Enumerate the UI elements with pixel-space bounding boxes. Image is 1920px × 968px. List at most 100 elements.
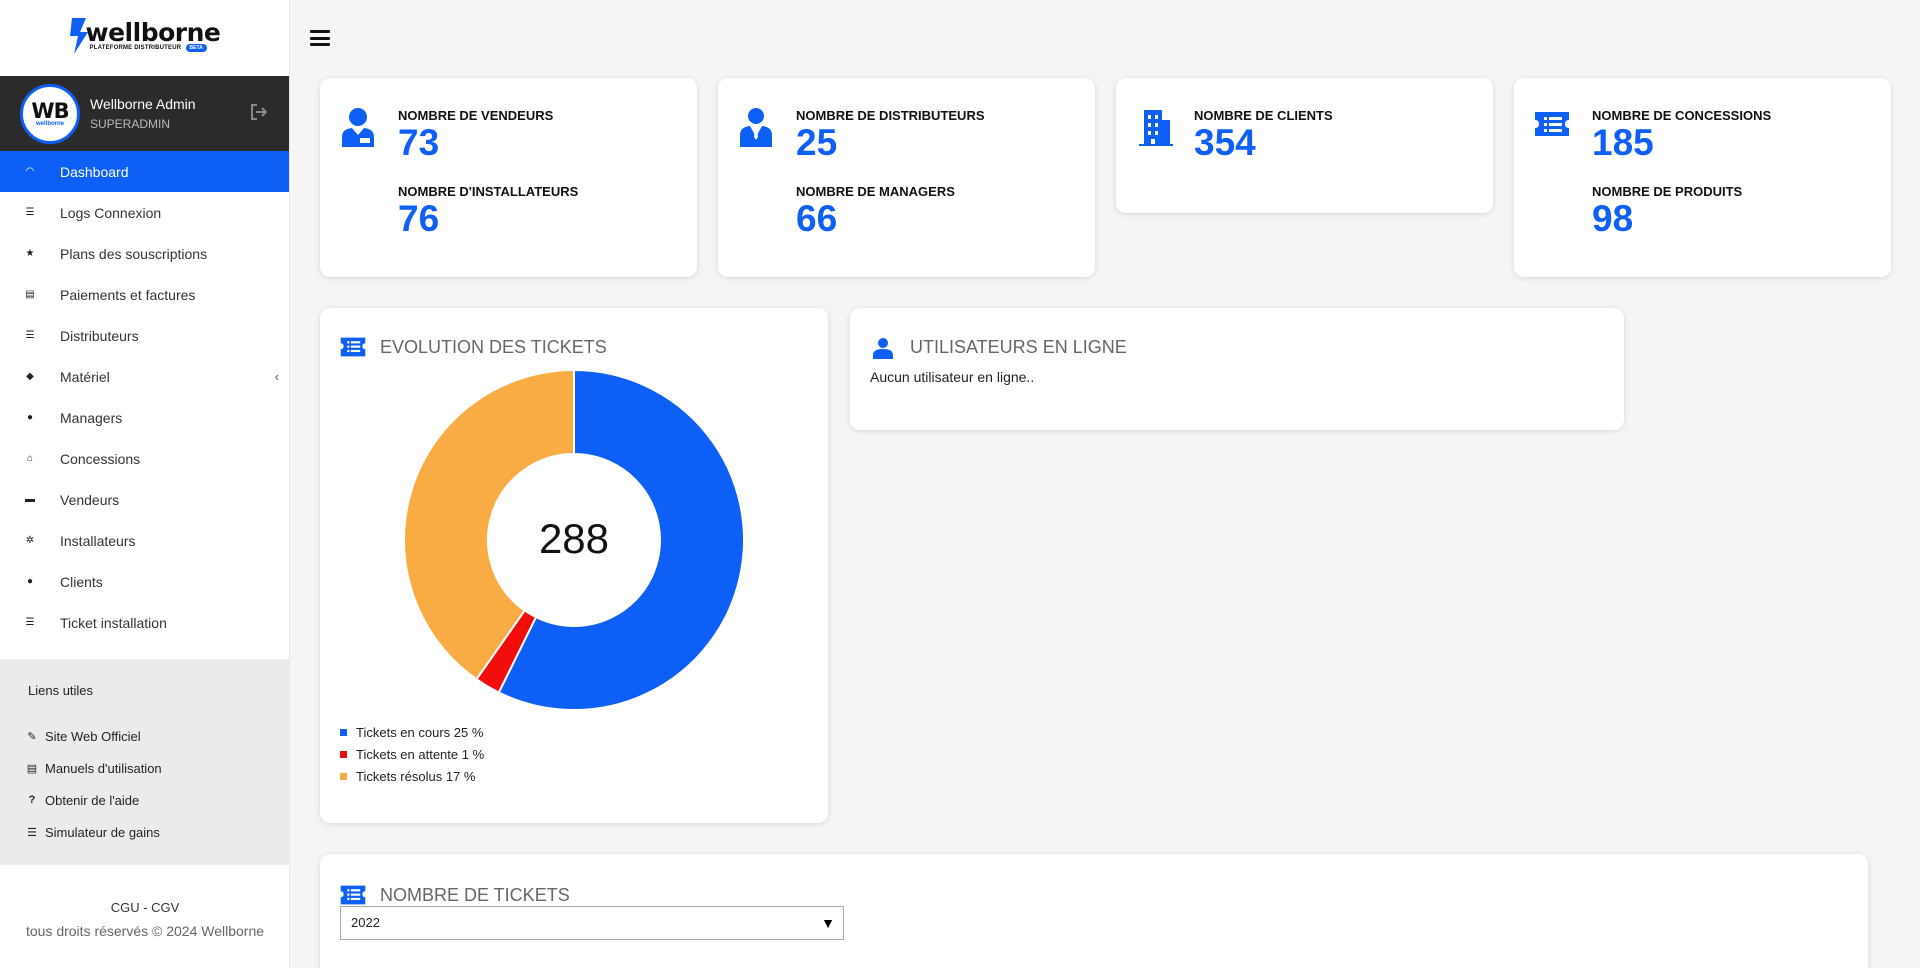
- stat-value: 98: [1592, 198, 1634, 239]
- sidebar-nav: ◠ Dashboard ☰ Logs Connexion ★ Plans des…: [0, 151, 289, 643]
- sidebar-item-distributeurs[interactable]: ☰ Distributeurs: [0, 315, 289, 356]
- sidebar-item-materiel[interactable]: ◆ Matériel ‹: [0, 356, 289, 397]
- chevron-left-icon: ‹: [274, 369, 279, 384]
- link-label: Simulateur de gains: [45, 824, 160, 840]
- caret-down-icon: ▼: [821, 915, 835, 931]
- stat-value: 25: [796, 122, 838, 163]
- stat-label: NOMBRE DE DISTRIBUTEURS: [796, 108, 985, 123]
- panel-title: EVOLUTION DES TICKETS: [380, 337, 607, 357]
- avatar-subtext: wellborne: [35, 120, 64, 127]
- sidebar-item-dashboard[interactable]: ◠ Dashboard: [0, 151, 289, 192]
- brand-subtitle: PLATEFORME DISTRIBUTEUR: [89, 45, 182, 51]
- manual-icon: ▤: [26, 762, 38, 775]
- sidebar-footer: CGU - CGV tous droits réservés © 2024 We…: [0, 900, 290, 939]
- brand-logo[interactable]: wellborne PLATEFORME DISTRIBUTEUR BETA: [0, 0, 289, 76]
- sidebar-item-label: Concessions: [60, 450, 141, 467]
- stat-value: 73: [398, 122, 440, 163]
- stat-label: NOMBRE DE VENDEURS: [398, 108, 554, 123]
- user-icon: [740, 108, 772, 147]
- avatar-initials: WB: [31, 98, 69, 123]
- ticket-icon: [340, 337, 366, 357]
- topbar: [290, 0, 1920, 76]
- link-site-web[interactable]: ✎ Site Web Officiel: [25, 720, 290, 752]
- sidebar-item-plans[interactable]: ★ Plans des souscriptions: [0, 233, 289, 274]
- sidebar-item-label: Plans des souscriptions: [60, 245, 208, 262]
- sidebar-item-label: Dashboard: [60, 163, 129, 180]
- sidebar-item-clients[interactable]: ● Clients: [0, 561, 289, 602]
- link-manuels[interactable]: ▤ Manuels d'utilisation: [25, 752, 290, 784]
- legend-label: Tickets en cours 25 %: [356, 724, 484, 740]
- online-users-empty: Aucun utilisateur en ligne..: [870, 369, 1035, 385]
- stat-value: 185: [1592, 122, 1654, 163]
- sidebar-item-label: Managers: [60, 409, 123, 426]
- sidebar-item-vendeurs[interactable]: ▬ Vendeurs: [0, 479, 289, 520]
- beta-badge: BETA: [185, 44, 207, 52]
- link-simulateur[interactable]: ☰ Simulateur de gains: [25, 816, 290, 848]
- legend-swatch: [340, 750, 347, 758]
- legend-swatch: [340, 728, 347, 736]
- stat-card-concessions: NOMBRE DE CONCESSIONS 185 NOMBRE DE PROD…: [1514, 78, 1891, 277]
- ticket-icon: [1535, 112, 1569, 136]
- link-aide[interactable]: ? Obtenir de l'aide: [25, 784, 290, 816]
- user-name: Wellborne Admin: [90, 96, 196, 112]
- legend-item[interactable]: Tickets en attente 1 %: [340, 743, 484, 765]
- menu-toggle-icon[interactable]: [310, 30, 330, 46]
- sidebar: wellborne PLATEFORME DISTRIBUTEUR BETA W…: [0, 0, 290, 968]
- legend-label: Tickets résolus 17 %: [356, 768, 476, 784]
- stat-card-clients: NOMBRE DE CLIENTS 354: [1116, 78, 1493, 213]
- sidebar-item-label: Matériel: [60, 368, 110, 385]
- legend-swatch: [340, 772, 347, 780]
- card-icon: ▬: [25, 494, 35, 505]
- building-icon: [1139, 110, 1173, 146]
- year-select[interactable]: 2022 ▼: [340, 906, 844, 940]
- user-icon: [873, 338, 893, 359]
- sidebar-item-label: Vendeurs: [60, 491, 120, 508]
- user-icon: ●: [26, 576, 34, 587]
- brand-name: wellborne: [85, 18, 221, 47]
- copyright: tous droits réservés © 2024 Wellborne: [25, 923, 265, 939]
- paperclip-icon: ✎: [27, 730, 37, 743]
- sidebar-item-installateurs[interactable]: ✲ Installateurs: [0, 520, 289, 561]
- stat-label: NOMBRE DE PRODUITS: [1592, 184, 1743, 199]
- legend-label: Tickets en attente 1 %: [356, 746, 485, 762]
- donut-center-total: 288: [539, 515, 609, 562]
- sidebar-item-ticket-installation[interactable]: ☰ Ticket installation: [0, 602, 289, 643]
- sidebar-item-managers[interactable]: ● Managers: [0, 397, 289, 438]
- useful-links-title: Liens utiles: [28, 683, 94, 698]
- user-role: SUPERADMIN: [90, 117, 171, 131]
- tickets-count-panel: NOMBRE DE TICKETS 2022 ▼: [320, 854, 1868, 968]
- home-icon: ⌂: [26, 453, 34, 464]
- star-icon: ★: [25, 248, 35, 259]
- tickets-evolution-panel: EVOLUTION DES TICKETS 288 Tickets en cou…: [320, 308, 828, 823]
- sidebar-item-label: Paiements et factures: [60, 286, 196, 303]
- sidebar-item-paiements[interactable]: ▤ Paiements et factures: [0, 274, 289, 315]
- stat-value: 76: [398, 198, 440, 239]
- legend-item[interactable]: Tickets en cours 25 %: [340, 721, 484, 743]
- panel-title: UTILISATEURS EN LIGNE: [910, 337, 1127, 357]
- year-select-value: 2022: [351, 915, 380, 930]
- dashboard-icon: ◠: [25, 166, 35, 177]
- stat-card-distributeurs: NOMBRE DE DISTRIBUTEURS 25 NOMBRE DE MAN…: [718, 78, 1095, 277]
- avatar: WB wellborne: [20, 83, 80, 144]
- sidebar-item-concessions[interactable]: ⌂ Concessions: [0, 438, 289, 479]
- user-panel: WB wellborne Wellborne Admin SUPERADMIN: [0, 76, 289, 151]
- stat-label: NOMBRE DE CONCESSIONS: [1592, 108, 1772, 123]
- online-users-panel: UTILISATEURS EN LIGNE Aucun utilisateur …: [850, 308, 1624, 430]
- tickets-donut-chart: 288: [403, 368, 745, 711]
- list-icon: ☰: [27, 826, 37, 839]
- stat-value: 354: [1194, 122, 1256, 163]
- legend-item[interactable]: Tickets résolus 17 %: [340, 765, 484, 787]
- link-label: Site Web Officiel: [45, 728, 141, 744]
- useful-links: Liens utiles ✎ Site Web Officiel ▤ Manue…: [0, 659, 290, 865]
- stat-label: NOMBRE D'INSTALLATEURS: [398, 184, 579, 199]
- logout-icon[interactable]: [249, 102, 269, 122]
- list-icon: ☰: [25, 330, 35, 341]
- link-label: Manuels d'utilisation: [45, 760, 162, 776]
- cgu-link[interactable]: CGU - CGV: [0, 900, 290, 915]
- sidebar-item-label: Clients: [60, 573, 103, 590]
- question-icon: ?: [28, 794, 36, 806]
- stat-value: 66: [796, 198, 838, 239]
- sidebar-item-label: Ticket installation: [60, 614, 167, 631]
- chart-legend: Tickets en cours 25 % Tickets en attente…: [340, 721, 484, 787]
- sidebar-item-logs-connexion[interactable]: ☰ Logs Connexion: [0, 192, 289, 233]
